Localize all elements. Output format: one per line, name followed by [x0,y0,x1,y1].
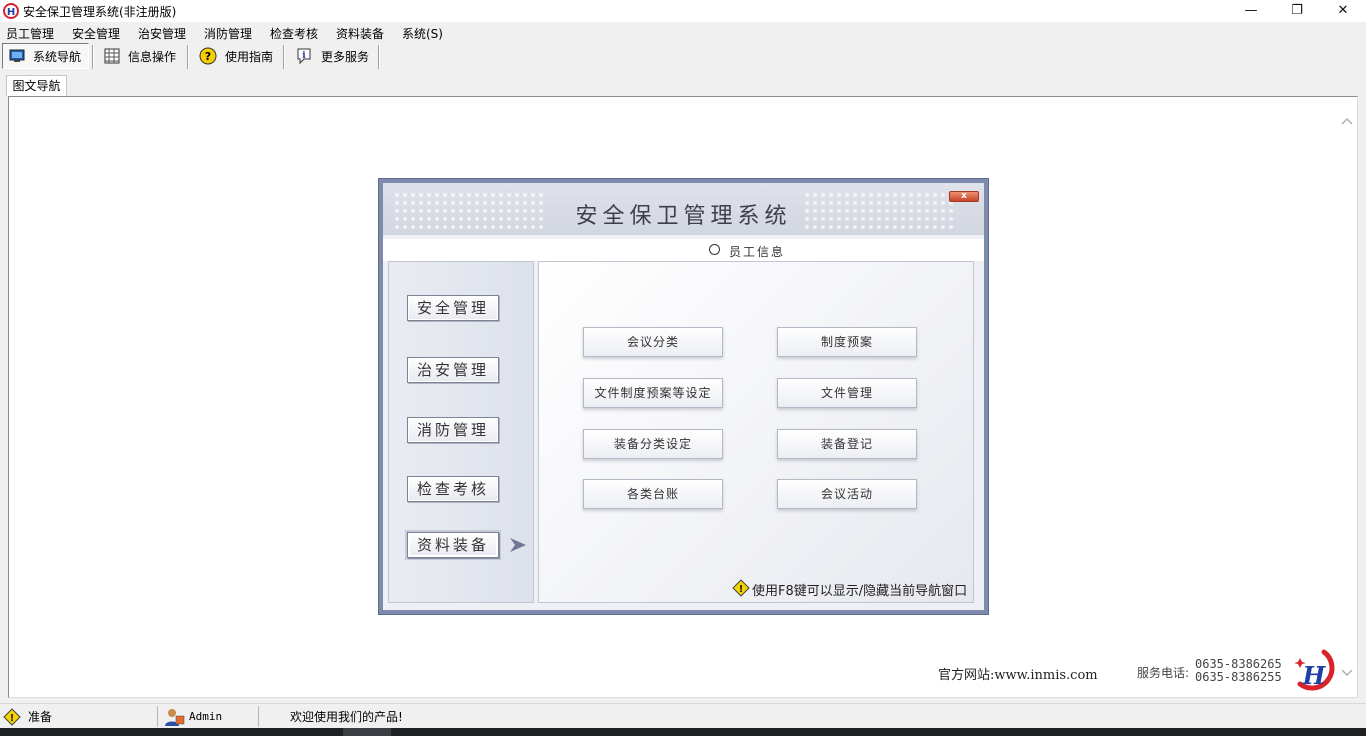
status-bar: ! 准备 Admin 欢迎使用我们的产品! [0,703,1366,728]
menu-staff[interactable]: 员工管理 [6,25,54,42]
taskbar-item[interactable] [343,728,391,736]
toolbar-divider [92,45,94,69]
selected-arrow-icon [510,538,526,552]
close-button[interactable]: ✕ [1320,0,1366,22]
equipment-register-button[interactable]: 装备登记 [777,429,917,459]
phone-label: 服务电话: [1137,666,1190,680]
menu-security[interactable]: 治安管理 [138,25,186,42]
ledger-button[interactable]: 各类台账 [583,479,723,509]
category-column: 安全管理 治安管理 消防管理 检查考核 资料装备 [388,261,534,603]
svg-text:H: H [1302,661,1327,690]
nav-title: 安全保卫管理系统 [575,204,792,229]
restore-button[interactable]: ❐ [1274,0,1320,22]
category-safety-button[interactable]: 安全管理 [407,295,499,321]
toolbar-divider [283,45,285,69]
monitor-icon [9,49,25,62]
menu-fire[interactable]: 消防管理 [204,25,252,42]
status-message: 欢迎使用我们的产品! [290,710,403,724]
category-inspection-button[interactable]: 检查考核 [407,476,499,502]
user-guide-button[interactable]: ? 使用指南 [193,43,279,69]
user-avatar-icon [165,708,185,726]
category-security-button[interactable]: 治安管理 [407,357,499,383]
company-logo-icon: H [1294,649,1335,691]
official-website: 官方网站:www.inmis.com [938,668,1098,683]
svg-text:?: ? [205,50,211,63]
action-panel: 会议分类 制度预案 文件制度预案等设定 文件管理 装备分类设定 装备登记 各类台… [538,261,974,603]
section-row: 员工信息 [383,239,984,261]
system-nav-label: 系统导航 [33,49,82,64]
status-state-cell: ! 准备 [2,706,158,727]
menu-equipment[interactable]: 资料装备 [336,25,384,42]
menu-bar: 员工管理 安全管理 治安管理 消防管理 检查考核 资料装备 系统(S) [0,22,1366,42]
scroll-up-icon[interactable] [1338,113,1356,131]
scroll-down-icon[interactable] [1338,663,1356,681]
section-radio[interactable] [709,244,720,255]
status-user-cell: Admin [163,706,259,727]
document-settings-button[interactable]: 文件制度预案等设定 [583,378,723,408]
status-indicator-icon: ! [3,707,21,726]
status-state: 准备 [28,710,53,724]
phone-numbers: 0635-8386265 0635-8386255 [1195,658,1282,684]
more-services-label: 更多服务 [321,49,370,64]
more-services-button[interactable]: i 更多服务 [289,43,375,69]
taskbar [0,728,1366,736]
info-ops-button[interactable]: 信息操作 [98,43,182,69]
meeting-category-button[interactable]: 会议分类 [583,327,723,357]
user-guide-label: 使用指南 [225,49,274,64]
meeting-activity-button[interactable]: 会议活动 [777,479,917,509]
menu-safety[interactable]: 安全管理 [72,25,120,42]
window-title: 安全保卫管理系统(非注册版) [23,5,177,19]
svg-text:!: ! [10,713,15,724]
grid-icon [104,48,120,64]
info-ops-label: 信息操作 [128,49,177,64]
help-icon: ? [199,47,217,65]
toolbar-divider [187,45,189,69]
menu-system[interactable]: 系统(S) [402,25,443,42]
policy-plan-button[interactable]: 制度预案 [777,327,917,357]
document-manage-button[interactable]: 文件管理 [777,378,917,408]
tab-graphic-nav[interactable]: 图文导航 [6,75,67,96]
minimize-button[interactable]: — [1228,0,1274,22]
status-message-cell: 欢迎使用我们的产品! [290,706,403,727]
system-nav-button[interactable]: 系统导航 [2,43,89,69]
info-icon: i [297,48,311,65]
app-logo-icon: H [3,3,19,19]
svg-text:!: ! [739,584,744,595]
phone-number: 0635-8386255 [1195,670,1282,684]
svg-text:i: i [302,51,306,61]
menu-inspection[interactable]: 检查考核 [270,25,318,42]
section-label: 员工信息 [729,245,786,259]
hint-icon: ! [732,579,750,597]
toolbar-divider [378,45,380,69]
category-equipment-button[interactable]: 资料装备 [407,532,499,558]
svg-text:H: H [7,7,15,18]
hint-text: 使用F8键可以显示/隐藏当前导航窗口 [752,584,968,599]
equipment-category-button[interactable]: 装备分类设定 [583,429,723,459]
title-bar: H 安全保卫管理系统(非注册版) — ❐ ✕ [0,0,1366,22]
category-fire-button[interactable]: 消防管理 [407,417,499,443]
nav-close-button[interactable]: x [949,191,979,202]
toolbar: 系统导航 信息操作 ? 使用指南 i 更多服务 [0,42,1366,70]
navigation-panel: 安全保卫管理系统 x 员工信息 安全管理 治安管理 消防管理 检查考核 资料装备… [378,178,989,615]
nav-header: 安全保卫管理系统 x [383,183,984,235]
status-user: Admin [189,710,223,723]
